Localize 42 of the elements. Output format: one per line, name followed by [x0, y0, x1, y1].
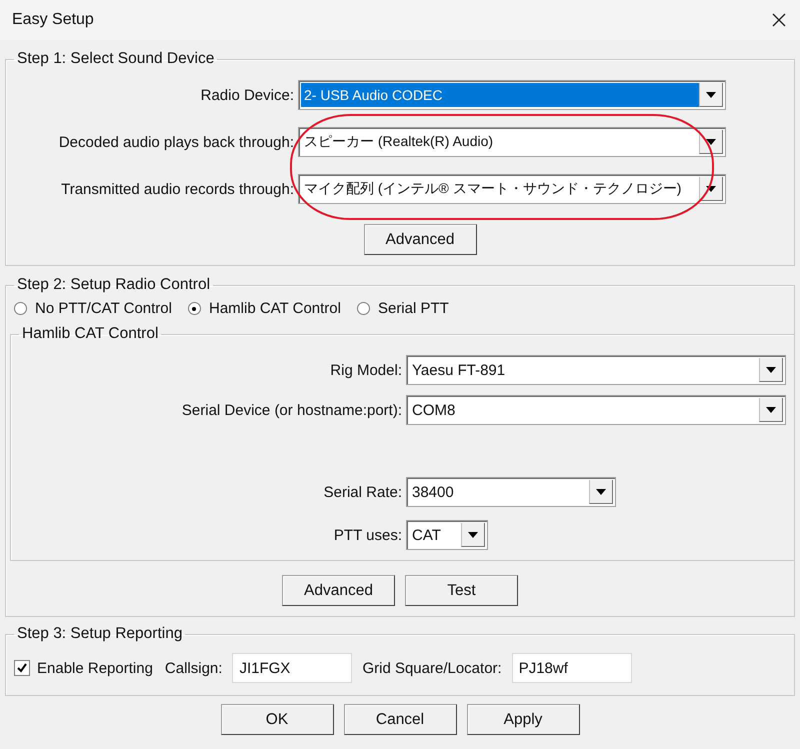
dropdown[interactable]: CAT	[406, 520, 488, 550]
dialog-button[interactable]: Apply	[466, 704, 580, 735]
field-label: PTT uses:	[332, 526, 402, 544]
advanced-button[interactable]: Advanced	[364, 224, 476, 255]
field-label: Radio Device:	[200, 86, 294, 104]
field-label: Decoded audio plays back through:	[58, 134, 294, 150]
enable-reporting-checkbox[interactable]: Enable Reporting	[14, 660, 153, 676]
radio-option[interactable]: Hamlib CAT Control	[188, 300, 341, 317]
dropdown[interactable]: 38400	[406, 477, 616, 507]
radio-option[interactable]: No PTT/CAT Control	[14, 300, 172, 317]
dropdown[interactable]: COM8	[406, 395, 786, 425]
radio-option[interactable]: Serial PTT	[356, 300, 449, 317]
dialog-button[interactable]: Cancel	[344, 704, 456, 735]
locator-field[interactable]: PJ18wf	[512, 653, 632, 683]
callsign-field[interactable]: JI1FGX	[232, 653, 352, 683]
dropdown-arrow-icon	[706, 92, 716, 98]
field-label: Serial Rate:	[322, 484, 402, 500]
dialog-button[interactable]: Test	[405, 575, 518, 606]
dropdown[interactable]: スピーカー (Realtek(R) Audio)	[298, 127, 726, 157]
field-label: Serial Device (or hostname:port):	[180, 402, 402, 418]
group-title: Step 1: Select Sound Device	[16, 50, 216, 68]
field-label: Rig Model:	[329, 362, 402, 378]
group-title: Step 3: Setup Reporting	[16, 625, 184, 643]
field-label: Callsign:	[164, 660, 222, 676]
dropdown-arrow-icon	[706, 186, 716, 192]
dropdown[interactable]: マイク配列 (インテル® スマート・サウンド・テクノロジー)	[298, 174, 726, 204]
dropdown-arrow-icon	[766, 366, 776, 372]
window-title: Easy Setup	[12, 11, 94, 29]
dropdown-arrow-icon	[468, 532, 478, 538]
dialog-button[interactable]: OK	[220, 704, 334, 735]
dropdown-arrow-icon	[766, 406, 776, 412]
field-label: Transmitted audio records through:	[60, 180, 294, 198]
check-icon	[16, 662, 28, 674]
dropdown[interactable]: Yaesu FT-891	[406, 355, 786, 385]
dialog-button[interactable]: Advanced	[282, 575, 395, 606]
group-title: Hamlib CAT Control	[21, 325, 160, 343]
dropdown-arrow-icon	[596, 488, 606, 494]
field-label: Grid Square/Locator:	[362, 660, 502, 676]
dropdown-arrow-icon	[706, 138, 716, 144]
group-title: Step 2: Setup Radio Control	[16, 276, 212, 294]
dropdown[interactable]: 2- USB Audio CODEC	[298, 80, 726, 110]
close-icon[interactable]	[772, 13, 786, 27]
